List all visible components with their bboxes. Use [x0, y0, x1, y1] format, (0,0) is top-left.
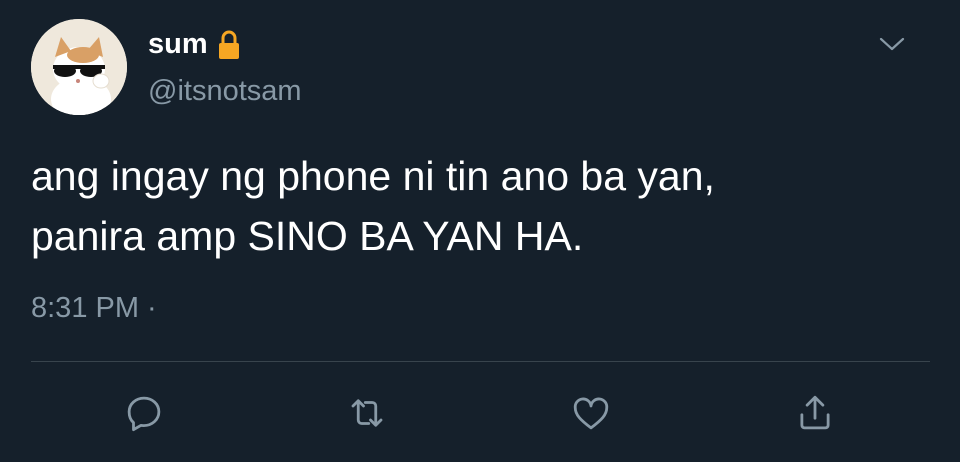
user-handle[interactable]: @itsnotsam	[148, 75, 302, 108]
timestamp[interactable]: 8:31 PM ·	[31, 292, 157, 325]
avatar[interactable]	[31, 19, 127, 115]
share-icon	[800, 395, 830, 430]
chevron-down-icon[interactable]	[876, 32, 908, 56]
lock-icon	[218, 30, 239, 59]
tweet-text-line: ang ingay ng phone ni tin ano ba yan,	[31, 153, 715, 199]
tweet-text-line: panira amp SINO BA YAN HA.	[31, 213, 584, 259]
divider	[31, 361, 930, 362]
display-name[interactable]: sum	[148, 28, 242, 61]
share-button[interactable]	[792, 390, 838, 436]
heart-icon	[573, 397, 609, 430]
reply-button[interactable]	[121, 390, 167, 436]
cat-avatar-icon	[31, 19, 127, 115]
display-name-text: sum	[148, 28, 208, 60]
reply-icon	[127, 396, 161, 432]
retweet-icon	[351, 399, 383, 427]
like-button[interactable]	[568, 390, 614, 436]
tweet-card: sum @itsnotsam ang ingay ng phone ni tin…	[0, 0, 960, 462]
tweet-text: ang ingay ng phone ni tin ano ba yan, pa…	[31, 146, 911, 266]
retweet-button[interactable]	[344, 390, 390, 436]
